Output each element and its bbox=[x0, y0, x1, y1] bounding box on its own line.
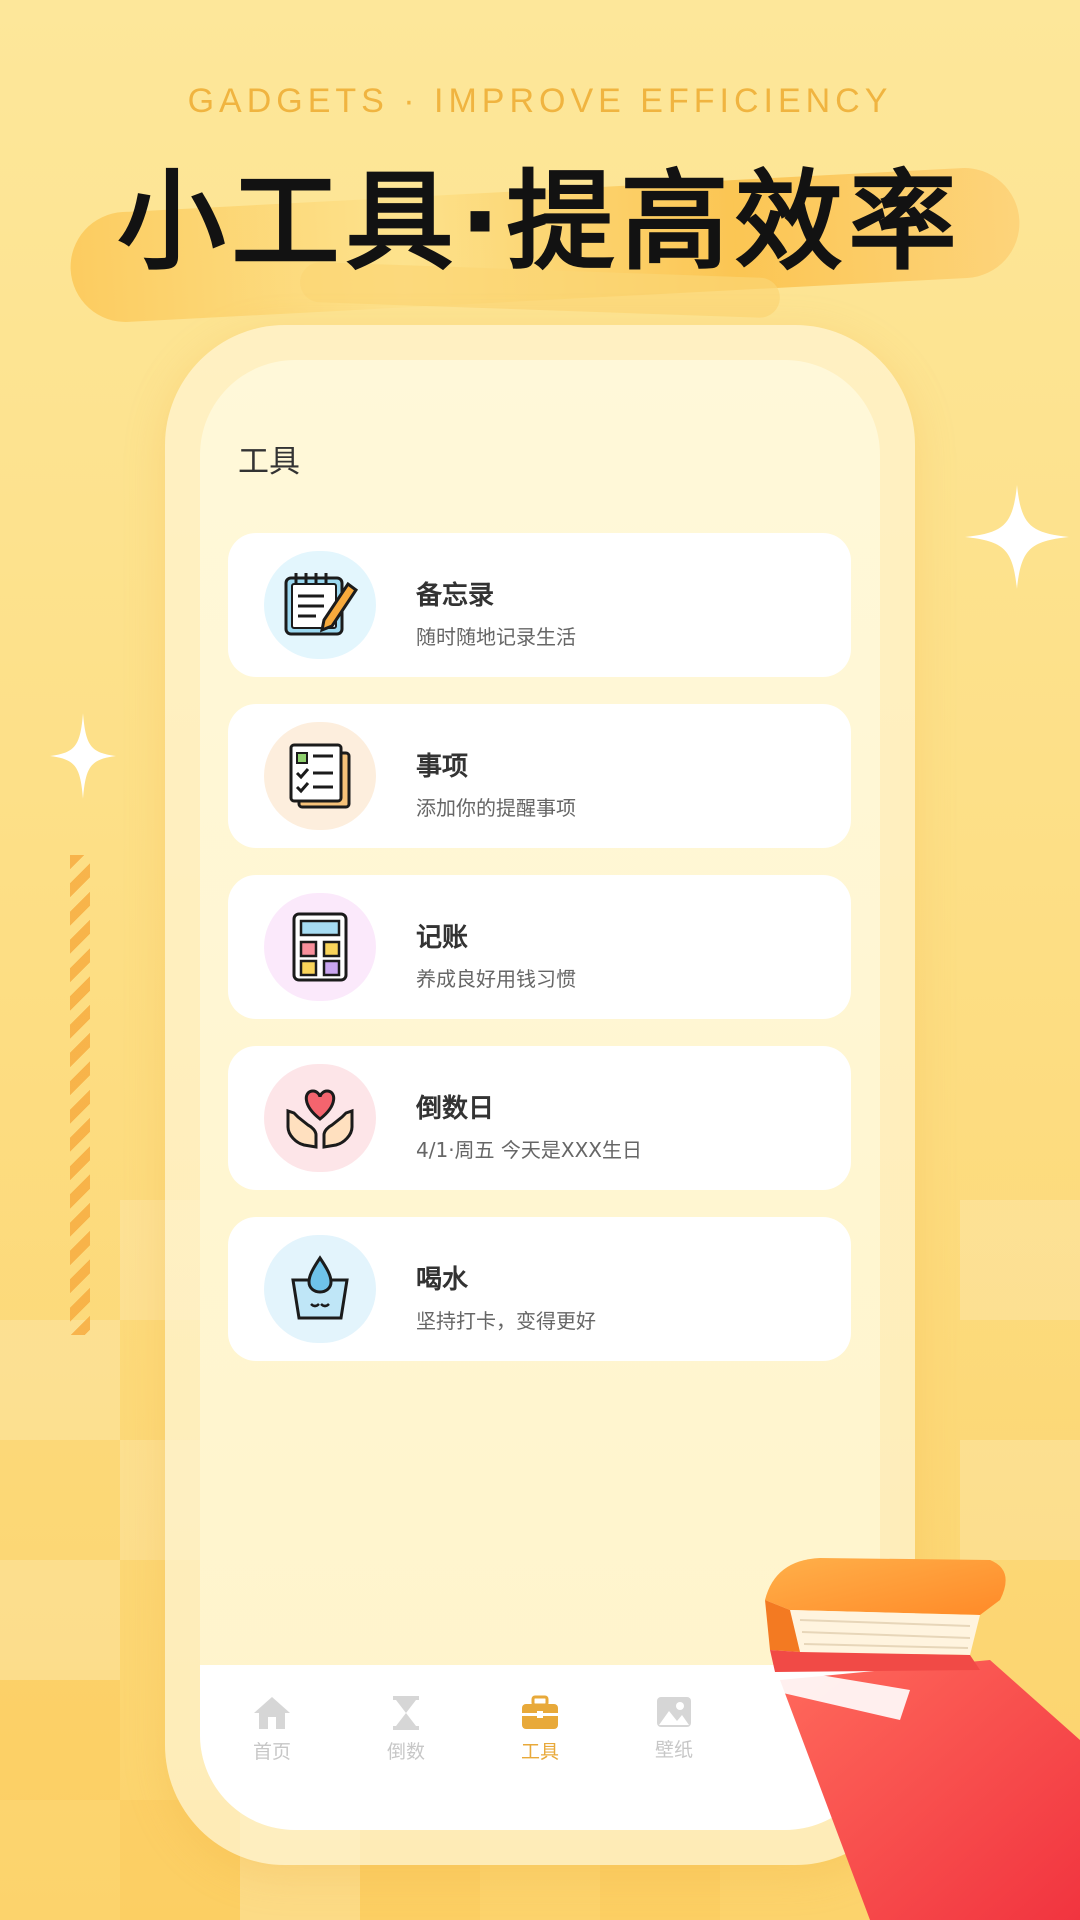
books-illustration bbox=[765, 1558, 1080, 1920]
tab-tools[interactable]: 工具 bbox=[490, 1695, 590, 1764]
tool-desc: 坚持打卡，变得更好 bbox=[416, 1309, 596, 1333]
page-title: 工具 bbox=[238, 444, 300, 480]
heart-hands-icon bbox=[286, 1089, 354, 1149]
calculator-icon bbox=[292, 912, 348, 982]
tool-icon-bg bbox=[264, 551, 376, 659]
notepad-icon bbox=[284, 573, 359, 636]
promo-headline: 小工具·提高效率 bbox=[117, 160, 963, 285]
image-icon bbox=[657, 1697, 691, 1727]
tool-card-accounting[interactable]: 记账 养成良好用钱习惯 bbox=[228, 875, 851, 1019]
hourglass-icon bbox=[393, 1696, 419, 1730]
tool-card-water[interactable]: 喝水 坚持打卡，变得更好 bbox=[228, 1217, 851, 1361]
tab-label: 倒数 bbox=[386, 1741, 425, 1763]
tab-label: 壁纸 bbox=[654, 1739, 693, 1761]
tool-card-memo[interactable]: 备忘录 随时随地记录生活 bbox=[228, 533, 851, 677]
tab-countdown[interactable]: 倒数 bbox=[356, 1695, 456, 1764]
water-cup-icon bbox=[291, 1255, 349, 1320]
tool-name: 记账 bbox=[416, 923, 469, 953]
tool-card-countdown[interactable]: 倒数日 4/1·周五 今天是XXX生日 bbox=[228, 1046, 851, 1190]
tool-name: 备忘录 bbox=[416, 581, 495, 611]
toolbox-icon bbox=[522, 1695, 558, 1729]
promo-subtitle: GADGETS · IMPROVE EFFICIENCY bbox=[187, 82, 893, 120]
checklist-icon bbox=[289, 743, 351, 809]
tab-label: 首页 bbox=[252, 1741, 291, 1763]
sparkle-icon bbox=[965, 485, 1069, 589]
tool-desc: 随时随地记录生活 bbox=[416, 625, 576, 649]
tool-desc: 4/1·周五 今天是XXX生日 bbox=[416, 1138, 643, 1162]
tab-wallpaper[interactable]: 壁纸 bbox=[624, 1695, 724, 1762]
tool-name: 喝水 bbox=[416, 1265, 469, 1295]
tool-icon-bg bbox=[264, 1064, 376, 1172]
tool-card-todo[interactable]: 事项 添加你的提醒事项 bbox=[228, 704, 851, 848]
tab-home[interactable]: 首页 bbox=[222, 1695, 322, 1764]
home-icon bbox=[254, 1697, 290, 1729]
tool-icon-bg bbox=[264, 722, 376, 830]
tool-icon-bg bbox=[264, 1235, 376, 1343]
sparkle-icon bbox=[50, 713, 116, 799]
tool-icon-bg bbox=[264, 893, 376, 1001]
decor-stripe bbox=[70, 855, 90, 1335]
tool-name: 事项 bbox=[416, 752, 469, 782]
tool-name: 倒数日 bbox=[416, 1094, 495, 1124]
tool-desc: 添加你的提醒事项 bbox=[416, 796, 576, 820]
tool-desc: 养成良好用钱习惯 bbox=[416, 967, 576, 991]
tab-label: 工具 bbox=[520, 1741, 559, 1763]
